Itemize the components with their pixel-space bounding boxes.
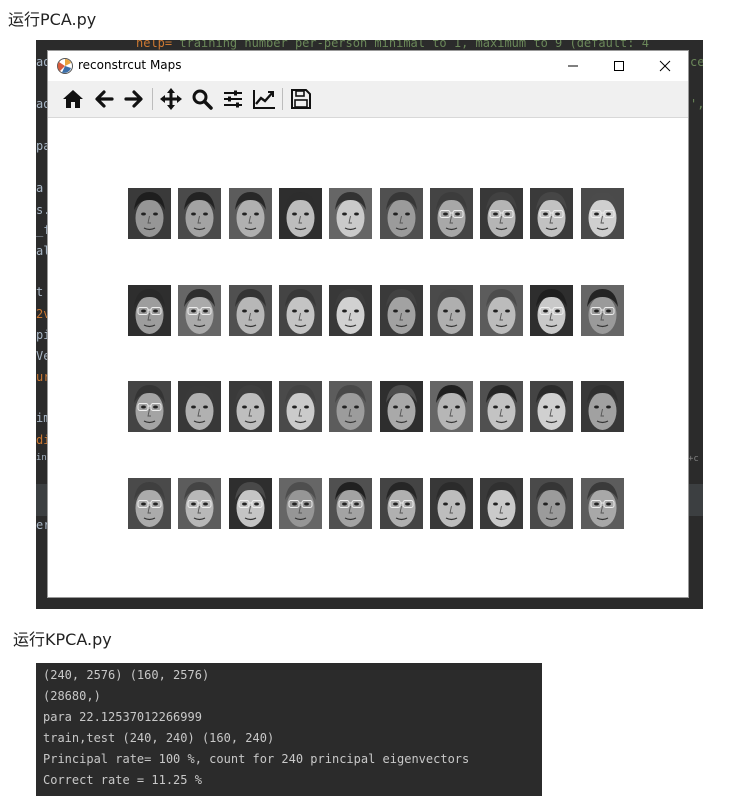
terminal-line: (240, 2576) (160, 2576) [43,668,210,682]
arrow-left-icon [95,90,114,108]
face-thumbnail [229,478,272,529]
face-thumbnail [430,285,473,336]
face-thumbnail [178,188,221,239]
face-thumbnail [530,478,573,529]
face-thumbnail [329,478,372,529]
code-fragment: ce [690,55,703,69]
face-thumbnail [229,188,272,239]
code-fragment: +c [688,454,699,464]
face-thumbnail [581,478,624,529]
face-thumbnail [581,381,624,432]
maximize-icon [614,61,624,71]
face-thumbnail [329,188,372,239]
floppy-disk-icon [291,89,311,109]
pan-button[interactable] [158,86,184,112]
face-thumbnail [581,188,624,239]
edit-axes-button[interactable] [251,86,277,112]
magnifier-icon [192,89,213,110]
minimize-icon [568,65,578,67]
face-thumbnail [229,285,272,336]
terminal-line: train,test (240, 240) (160, 240) [43,731,275,745]
face-thumbnail [178,478,221,529]
home-icon [63,90,83,108]
face-thumbnail [430,478,473,529]
face-thumbnail [128,188,171,239]
sliders-icon [224,90,242,108]
face-thumbnail [380,285,423,336]
code-fragment: t [36,285,44,299]
toolbar-separator [152,88,153,110]
back-button[interactable] [91,86,117,112]
line-chart-icon [253,90,275,109]
face-thumbnail [480,285,523,336]
face-thumbnail [279,381,322,432]
face-thumbnail [279,188,322,239]
face-thumbnail [329,285,372,336]
code-fragment: ', [690,97,703,111]
face-thumbnail [178,285,221,336]
caption-kpca: 运行KPCA.py [13,630,112,649]
face-thumbnail [480,478,523,529]
save-button[interactable] [288,86,314,112]
face-thumbnail [380,188,423,239]
terminal-output: (240, 2576) (160, 2576) (28680,) para 22… [36,663,542,796]
app-icon [57,58,73,74]
toolbar-separator [282,88,283,110]
code-fragment: in [36,453,47,463]
face-thumbnail [128,478,171,529]
terminal-line: para 22.12537012266999 [43,710,202,724]
face-thumbnail [530,285,573,336]
face-thumbnail [128,381,171,432]
face-thumbnail [178,381,221,432]
move-icon [160,88,182,110]
zoom-button[interactable] [189,86,215,112]
face-thumbnail [530,381,573,432]
code-fragment: a [36,181,44,195]
face-thumbnail [480,381,523,432]
matplotlib-window[interactable]: reconstrcut Maps [48,51,688,597]
face-thumbnail [480,188,523,239]
home-button[interactable] [60,86,86,112]
face-thumbnail [530,188,573,239]
face-thumbnail [128,285,171,336]
forward-button[interactable] [121,86,147,112]
face-thumbnail [430,188,473,239]
figure-canvas[interactable] [48,118,688,597]
terminal-line: Principal rate= 100 %, count for 240 pri… [43,752,470,766]
terminal-line: Correct rate = 11.25 % [43,773,202,787]
face-thumbnail [380,478,423,529]
face-thumbnail [279,285,322,336]
window-titlebar[interactable]: reconstrcut Maps [48,51,688,81]
subplots-button[interactable] [220,86,246,112]
window-title: reconstrcut Maps [78,58,182,72]
terminal-line: (28680,) [43,689,101,703]
arrow-right-icon [124,90,143,108]
face-thumbnail [329,381,372,432]
maximize-button[interactable] [596,51,642,81]
face-thumbnail [229,381,272,432]
face-thumbnail [581,285,624,336]
code-line-help: help= training number per-person minimal… [136,40,649,50]
close-icon [659,60,671,72]
minimize-button[interactable] [550,51,596,81]
close-button[interactable] [642,51,688,81]
caption-pca: 运行PCA.py [8,10,97,29]
face-thumbnail [380,381,423,432]
matplotlib-toolbar [48,81,688,118]
face-thumbnail [279,478,322,529]
face-thumbnail [430,381,473,432]
